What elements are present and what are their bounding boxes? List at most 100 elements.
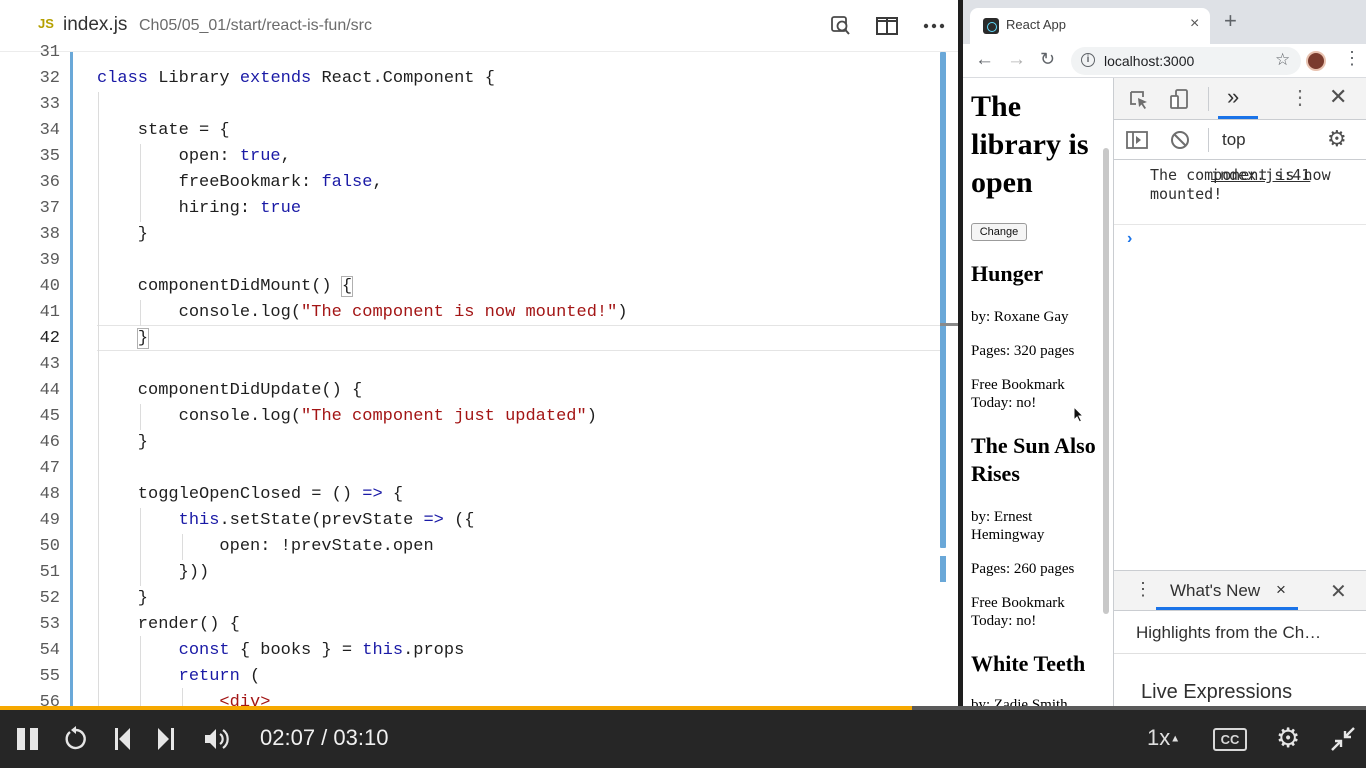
code-token: return bbox=[178, 667, 240, 686]
progress-track[interactable] bbox=[0, 706, 1366, 710]
browser-tab[interactable]: React App × bbox=[970, 8, 1210, 44]
line-code: toggleOpenClosed = () => { bbox=[97, 482, 403, 508]
code-token: , bbox=[280, 147, 291, 166]
code-line[interactable]: 52 } bbox=[0, 586, 940, 612]
line-number: 38 bbox=[39, 225, 60, 244]
code-editor[interactable]: JS index.js Ch05/05_01/start/react-is-fu… bbox=[0, 0, 958, 706]
reload-icon[interactable]: ↻ bbox=[1040, 49, 1055, 70]
profile-avatar[interactable] bbox=[1306, 51, 1326, 71]
clear-console-icon[interactable] bbox=[1170, 130, 1190, 154]
url-text[interactable]: localhost:3000 bbox=[1104, 53, 1194, 69]
code-line[interactable]: 32 class Library extends React.Component … bbox=[0, 66, 940, 92]
close-devtools-icon[interactable]: ✕ bbox=[1329, 86, 1347, 108]
settings-gear-icon[interactable]: ⚙ bbox=[1276, 725, 1300, 752]
code-line[interactable]: 51 })) bbox=[0, 560, 940, 586]
tab-title: React App bbox=[1006, 17, 1066, 32]
drawer-divider bbox=[1114, 653, 1366, 654]
search-preview-icon[interactable] bbox=[829, 14, 853, 38]
code-line[interactable]: 35 open: true, bbox=[0, 144, 940, 170]
code-line[interactable]: 49 this.setState(prevState => ({ bbox=[0, 508, 940, 534]
pause-icon[interactable] bbox=[16, 727, 40, 756]
info-icon[interactable]: i bbox=[1081, 53, 1095, 67]
line-code: class Library extends React.Component { bbox=[97, 66, 495, 92]
log-source-link[interactable]: index.js:41 bbox=[1211, 166, 1310, 184]
cursor-position-marker bbox=[940, 323, 958, 326]
caret-up-icon: ▲ bbox=[1170, 733, 1181, 745]
line-number: 46 bbox=[39, 433, 60, 452]
code-line[interactable]: 46 } bbox=[0, 430, 940, 456]
tab-whats-new[interactable]: What's New bbox=[1170, 581, 1260, 601]
inspect-element-icon[interactable] bbox=[1128, 89, 1150, 115]
device-toolbar-icon[interactable] bbox=[1168, 88, 1190, 114]
code-token: { books } = bbox=[229, 641, 363, 660]
live-expressions-heading: Live Expressions bbox=[1141, 681, 1293, 703]
video-player-controls: 02:07 / 03:10 1x▲ CC ⚙ bbox=[0, 706, 1366, 768]
code-line[interactable]: 48 toggleOpenClosed = () => { bbox=[0, 482, 940, 508]
code-line[interactable]: 42 } bbox=[0, 326, 940, 352]
line-number: 33 bbox=[39, 95, 60, 114]
close-drawer-icon[interactable]: ✕ bbox=[1330, 579, 1347, 604]
file-path: Ch05/05_01/start/react-is-fun/src bbox=[139, 17, 372, 34]
code-line[interactable]: 37 hiring: true bbox=[0, 196, 940, 222]
code-token: <div> bbox=[97, 693, 271, 706]
code-line[interactable]: 36 freeBookmark: false, bbox=[0, 170, 940, 196]
tab-strip: React App × + bbox=[963, 0, 1366, 44]
console-prompt-icon[interactable]: › bbox=[1127, 230, 1132, 248]
previous-icon[interactable] bbox=[114, 727, 134, 756]
forward-arrow-icon[interactable]: → bbox=[1007, 49, 1026, 71]
code-line[interactable]: 31 bbox=[0, 40, 940, 66]
code-line[interactable]: 47 bbox=[0, 456, 940, 482]
devtools-menu-icon[interactable]: ⋮ bbox=[1290, 88, 1310, 108]
line-code: })) bbox=[97, 560, 210, 586]
bookmark-star-icon[interactable]: ☆ bbox=[1275, 50, 1290, 70]
code-line[interactable]: 50 open: !prevState.open bbox=[0, 534, 940, 560]
code-line[interactable]: 45 console.log("The component just updat… bbox=[0, 404, 940, 430]
whats-new-highlights: Highlights from the Ch… bbox=[1136, 623, 1322, 642]
code-line[interactable]: 38 } bbox=[0, 222, 940, 248]
code-line[interactable]: 53 render() { bbox=[0, 612, 940, 638]
line-code: <div> bbox=[97, 690, 270, 706]
next-icon[interactable] bbox=[156, 727, 176, 756]
tab-close-icon[interactable]: × bbox=[1190, 15, 1199, 33]
more-panels-icon[interactable]: » bbox=[1227, 86, 1239, 108]
code-line[interactable]: 54 const { books } = this.props bbox=[0, 638, 940, 664]
code-lines[interactable]: 31 32 class Library extends React.Componen… bbox=[0, 40, 940, 706]
sidebar-toggle-icon[interactable] bbox=[1126, 130, 1148, 154]
split-editor-icon[interactable] bbox=[875, 14, 899, 38]
replay-icon[interactable] bbox=[63, 726, 89, 757]
editor-scrollbar-marker bbox=[940, 556, 946, 582]
code-line[interactable]: 43 bbox=[0, 352, 940, 378]
editor-scrollbar-thumb[interactable] bbox=[940, 52, 946, 548]
mouse-cursor-icon bbox=[1073, 406, 1085, 423]
code-line[interactable]: 34 state = { bbox=[0, 118, 940, 144]
code-line[interactable]: 56 <div> bbox=[0, 690, 940, 706]
code-line[interactable]: 33 bbox=[0, 92, 940, 118]
url-field[interactable]: i localhost:3000 ☆ bbox=[1071, 47, 1301, 75]
change-button[interactable]: Change bbox=[971, 223, 1027, 241]
volume-icon[interactable] bbox=[203, 726, 231, 757]
code-token: ( bbox=[239, 667, 261, 686]
code-line[interactable]: 40 componentDidMount() { bbox=[0, 274, 940, 300]
drawer-menu-icon[interactable]: ⋮ bbox=[1134, 579, 1152, 600]
back-arrow-icon[interactable]: ← bbox=[975, 49, 994, 71]
page-scrollbar[interactable] bbox=[1103, 148, 1109, 614]
code-line[interactable]: 44 componentDidUpdate() { bbox=[0, 378, 940, 404]
code-token: ({ bbox=[443, 511, 475, 530]
settings-gear-icon[interactable]: ⚙ bbox=[1327, 128, 1347, 150]
closed-captions-button[interactable]: CC bbox=[1213, 728, 1247, 751]
close-tab-icon[interactable]: × bbox=[1276, 580, 1286, 600]
devtools-drawer: ⋮ What's New × ✕ Highlights from the Ch…… bbox=[1114, 570, 1366, 706]
exit-fullscreen-icon[interactable] bbox=[1330, 726, 1356, 757]
file-name[interactable]: index.js bbox=[63, 14, 127, 36]
playback-speed[interactable]: 1x▲ bbox=[1147, 725, 1180, 751]
code-line[interactable]: 55 return ( bbox=[0, 664, 940, 690]
code-token: componentDidMount() bbox=[97, 277, 342, 296]
more-icon[interactable] bbox=[922, 14, 946, 38]
new-tab-button[interactable]: + bbox=[1224, 10, 1237, 32]
code-line[interactable]: 39 bbox=[0, 248, 940, 274]
browser-menu-icon[interactable]: ⋮ bbox=[1343, 48, 1361, 69]
code-line[interactable]: 41 console.log("The component is now mou… bbox=[0, 300, 940, 326]
context-selector[interactable]: top bbox=[1222, 130, 1246, 150]
